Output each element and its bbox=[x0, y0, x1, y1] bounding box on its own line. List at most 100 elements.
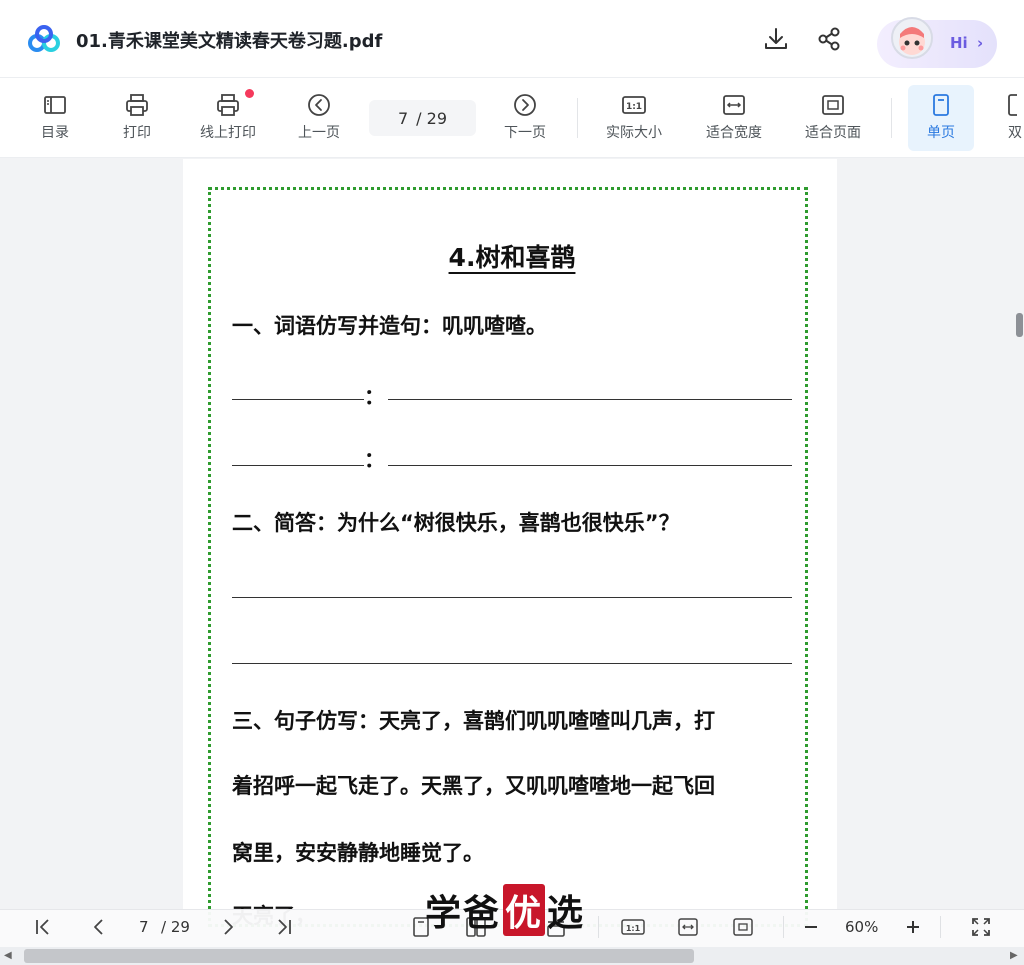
fullscreen-icon bbox=[972, 918, 990, 936]
watermark-text-2: 选 bbox=[547, 892, 586, 934]
question-3-line-1: 三、句子仿写：天亮了，喜鹊们叽叽喳喳叫几声，打 bbox=[232, 709, 715, 733]
watermark-text-red: 优 bbox=[503, 884, 546, 936]
next-page-button[interactable]: 下一页 bbox=[485, 92, 565, 142]
notification-dot bbox=[245, 89, 254, 98]
answer-line bbox=[232, 663, 792, 664]
colon: ： bbox=[364, 448, 385, 472]
fit-width-icon bbox=[723, 95, 745, 115]
question-2: 二、简答：为什么“树很快乐，喜鹊也很快乐”？ bbox=[232, 511, 680, 535]
answer-blank bbox=[232, 399, 364, 400]
page-border-frame bbox=[208, 187, 808, 927]
plus-icon bbox=[907, 921, 919, 933]
bottom-divider bbox=[598, 916, 599, 938]
next-page-label: 下一页 bbox=[504, 125, 546, 141]
toc-label: 目录 bbox=[41, 125, 69, 141]
colon: ： bbox=[364, 385, 385, 409]
toc-button[interactable]: 目录 bbox=[15, 92, 95, 142]
share-button[interactable] bbox=[814, 24, 844, 54]
page-number-input[interactable]: 7 / 29 bbox=[369, 100, 476, 136]
download-icon bbox=[765, 28, 787, 49]
bottom-divider bbox=[783, 916, 784, 938]
total-pages: / 29 bbox=[416, 108, 448, 128]
bottom-total-pages: / 29 bbox=[161, 918, 190, 936]
horizontal-scroll-thumb[interactable] bbox=[24, 949, 694, 963]
current-page: 7 bbox=[397, 108, 409, 128]
question-3-line-2: 着招呼一起飞走了。天黑了，又叽叽喳喳地一起飞回 bbox=[232, 774, 715, 798]
online-printer-icon bbox=[217, 94, 239, 116]
bottom-fit-page-button[interactable] bbox=[728, 913, 758, 941]
app-header: 01.青禾课堂美文精读春天卷习题.pdf Hi › bbox=[0, 0, 1024, 78]
answer-line bbox=[388, 465, 792, 466]
hi-label-group: Hi › bbox=[950, 34, 983, 52]
fit-width-icon bbox=[678, 918, 698, 936]
svg-text:1:1: 1:1 bbox=[626, 102, 642, 112]
bottom-fit-width-button[interactable] bbox=[673, 913, 703, 941]
bottom-next-button[interactable] bbox=[213, 913, 243, 941]
last-page-button[interactable] bbox=[269, 913, 299, 941]
scroll-right-arrow-icon[interactable]: ▶ bbox=[1010, 950, 1018, 961]
fit-page-icon bbox=[733, 918, 753, 936]
bottom-prev-button[interactable] bbox=[84, 913, 114, 941]
document-title-wrap: 4.树和喜鹊 bbox=[0, 238, 1024, 274]
document-title: 4.树和喜鹊 bbox=[448, 243, 576, 272]
question-3-line-3: 窝里，安安静静地睡觉了。 bbox=[232, 841, 484, 865]
scroll-left-arrow-icon[interactable]: ◀ bbox=[4, 950, 12, 961]
actual-size-icon: 1:1 bbox=[622, 96, 646, 114]
last-page-icon bbox=[278, 919, 291, 935]
actual-size-button[interactable]: 1:1 实际大小 bbox=[594, 92, 674, 142]
toolbar-divider bbox=[891, 98, 892, 138]
double-page-label: 双 bbox=[1008, 125, 1022, 141]
bottom-divider bbox=[940, 916, 941, 938]
assistant-mascot-icon bbox=[891, 17, 933, 59]
prev-page-label: 上一页 bbox=[298, 125, 340, 141]
online-print-label: 线上打印 bbox=[200, 125, 256, 141]
toc-icon bbox=[44, 96, 66, 114]
printer-icon bbox=[126, 94, 148, 116]
double-page-icon bbox=[1008, 94, 1017, 116]
fit-width-button[interactable]: 适合宽度 bbox=[694, 92, 774, 142]
actual-size-icon: 1:1 bbox=[621, 919, 645, 935]
vertical-scroll-thumb[interactable] bbox=[1016, 313, 1023, 337]
first-page-icon bbox=[36, 919, 49, 935]
chevron-left-icon bbox=[94, 919, 103, 935]
hi-label: Hi bbox=[950, 34, 968, 52]
answer-blank bbox=[232, 465, 364, 466]
watermark-text-1: 学爸 bbox=[425, 892, 502, 934]
fit-page-button[interactable]: 适合页面 bbox=[793, 92, 873, 142]
chevron-left-circle-icon bbox=[308, 94, 330, 116]
chevron-right-icon bbox=[224, 919, 233, 935]
chevron-right-circle-icon bbox=[514, 94, 536, 116]
bottom-actual-size-button[interactable]: 1:1 bbox=[618, 913, 648, 941]
share-icon bbox=[818, 27, 840, 51]
answer-line bbox=[388, 399, 792, 400]
zoom-out-button[interactable] bbox=[796, 913, 826, 941]
online-print-button[interactable]: 线上打印 bbox=[188, 89, 268, 142]
zoom-level[interactable]: 60% bbox=[845, 918, 878, 936]
first-page-button[interactable] bbox=[28, 913, 58, 941]
fit-page-label: 适合页面 bbox=[805, 125, 861, 141]
minus-icon bbox=[805, 926, 817, 928]
single-page-label: 单页 bbox=[927, 125, 955, 141]
print-label: 打印 bbox=[123, 125, 151, 141]
fit-width-label: 适合宽度 bbox=[706, 125, 762, 141]
question-1: 一、词语仿写并造句：叽叽喳喳。 bbox=[232, 314, 547, 338]
prev-page-button[interactable]: 上一页 bbox=[279, 92, 359, 142]
fullscreen-button[interactable] bbox=[966, 913, 996, 941]
svg-text:1:1: 1:1 bbox=[626, 924, 641, 933]
xueba-watermark-logo: 学爸 优 选 bbox=[425, 884, 585, 936]
answer-line bbox=[232, 597, 792, 598]
actual-size-label: 实际大小 bbox=[606, 125, 662, 141]
file-title: 01.青禾课堂美文精读春天卷习题.pdf bbox=[76, 31, 383, 52]
zoom-in-button[interactable] bbox=[898, 913, 928, 941]
chevron-right-icon: › bbox=[976, 34, 984, 52]
toolbar-divider bbox=[577, 98, 578, 138]
print-button[interactable]: 打印 bbox=[97, 92, 177, 142]
bottom-current-page[interactable]: 7 bbox=[139, 918, 149, 936]
fit-page-icon bbox=[822, 95, 844, 115]
single-page-icon bbox=[933, 94, 949, 116]
double-page-button[interactable]: 双 bbox=[995, 92, 1024, 142]
vertical-scrollbar[interactable] bbox=[1014, 159, 1024, 909]
baidu-netdisk-logo-icon bbox=[28, 25, 60, 52]
single-page-button[interactable]: 单页 bbox=[908, 85, 974, 151]
download-button[interactable] bbox=[761, 24, 791, 54]
